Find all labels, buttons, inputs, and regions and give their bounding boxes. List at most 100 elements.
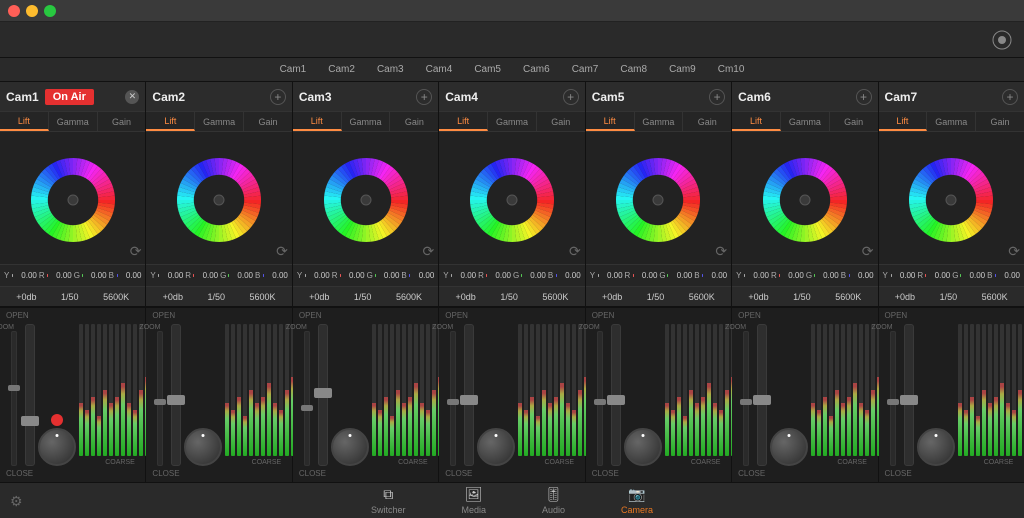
cam-tab-cam4[interactable]: Cam4 [416, 62, 463, 77]
yrgb-slider-b-cam3[interactable] [409, 274, 410, 277]
exposure-val-2-cam1[interactable]: 5600K [103, 292, 129, 302]
reset-wheel-icon-cam1[interactable]: ⟳ [130, 243, 142, 260]
cam-add-button-cam5[interactable]: + [709, 89, 725, 105]
main-fader-handle-cam3[interactable] [314, 388, 332, 398]
main-fader-track-cam3[interactable] [318, 324, 328, 466]
zoom-track-cam1[interactable] [11, 331, 17, 466]
exposure-val-0-cam7[interactable]: +0db [895, 292, 915, 302]
exposure-val-0-cam3[interactable]: +0db [309, 292, 329, 302]
yrgb-slider-g-cam4[interactable] [521, 274, 522, 277]
yrgb-slider-y-cam5[interactable] [598, 274, 599, 277]
main-fader-track-cam6[interactable] [757, 324, 767, 466]
yrgb-slider-y-cam7[interactable] [891, 274, 892, 277]
cam-add-button-cam2[interactable]: + [270, 89, 286, 105]
lcg-tab-gain-cam7[interactable]: Gain [976, 112, 1024, 131]
wheel-area-cam3[interactable]: ⟳ [293, 132, 438, 264]
iris-knob-cam1[interactable] [38, 428, 76, 466]
yrgb-slider-r-cam2[interactable] [193, 274, 194, 277]
exposure-val-2-cam4[interactable]: 5600K [542, 292, 568, 302]
cam-tab-cam3[interactable]: Cam3 [367, 62, 414, 77]
wheel-area-cam2[interactable]: ⟳ [146, 132, 291, 264]
iris-knob-cam3[interactable] [331, 428, 369, 466]
lcg-tab-lift-cam2[interactable]: Lift [146, 112, 195, 131]
reset-wheel-icon-cam7[interactable]: ⟳ [1008, 243, 1020, 260]
cam-tab-cam7[interactable]: Cam7 [562, 62, 609, 77]
zoom-handle-cam6[interactable] [740, 399, 752, 405]
main-fader-track-cam1[interactable] [25, 324, 35, 466]
cam-close-button-cam1[interactable]: ✕ [125, 90, 139, 104]
yrgb-slider-g-cam3[interactable] [375, 274, 376, 277]
cam-add-button-cam6[interactable]: + [856, 89, 872, 105]
cam-tab-cam9[interactable]: Cam9 [659, 62, 706, 77]
lcg-tab-lift-cam6[interactable]: Lift [732, 112, 781, 131]
zoom-handle-cam1[interactable] [8, 385, 20, 391]
close-window-button[interactable] [8, 5, 20, 17]
exposure-val-0-cam6[interactable]: +0db [748, 292, 768, 302]
lcg-tab-gamma-cam6[interactable]: Gamma [781, 112, 830, 131]
maximize-window-button[interactable] [44, 5, 56, 17]
nav-item-camera[interactable]: 📷Camera [613, 484, 661, 517]
lcg-tab-lift-cam7[interactable]: Lift [879, 112, 928, 131]
zoom-handle-cam4[interactable] [447, 399, 459, 405]
lcg-tab-lift-cam4[interactable]: Lift [439, 112, 488, 131]
nav-item-switcher[interactable]: ⧉Switcher [363, 484, 414, 517]
exposure-val-2-cam2[interactable]: 5600K [250, 292, 276, 302]
wheel-area-cam4[interactable]: ⟳ [439, 132, 584, 264]
wheel-area-cam6[interactable]: ⟳ [732, 132, 877, 264]
lcg-tab-gamma-cam2[interactable]: Gamma [195, 112, 244, 131]
cam-tab-cam1[interactable]: Cam1 [270, 62, 317, 77]
exposure-val-2-cam7[interactable]: 5600K [982, 292, 1008, 302]
yrgb-slider-y-cam3[interactable] [305, 274, 306, 277]
main-fader-track-cam4[interactable] [464, 324, 474, 466]
yrgb-slider-b-cam2[interactable] [263, 274, 264, 277]
cam-add-button-cam3[interactable]: + [416, 89, 432, 105]
iris-knob-cam4[interactable] [477, 428, 515, 466]
exposure-val-1-cam6[interactable]: 1/50 [793, 292, 811, 302]
zoom-track-cam4[interactable] [450, 331, 456, 466]
main-fader-handle-cam4[interactable] [460, 395, 478, 405]
lcg-tab-gamma-cam5[interactable]: Gamma [635, 112, 684, 131]
zoom-track-cam3[interactable] [304, 331, 310, 466]
yrgb-slider-r-cam3[interactable] [340, 274, 341, 277]
yrgb-slider-g-cam5[interactable] [667, 274, 668, 277]
main-fader-track-cam2[interactable] [171, 324, 181, 466]
main-fader-handle-cam1[interactable] [21, 416, 39, 426]
lcg-tab-lift-cam3[interactable]: Lift [293, 112, 342, 131]
cam-tab-cm10[interactable]: Cm10 [708, 62, 755, 77]
lcg-tab-gain-cam5[interactable]: Gain [683, 112, 731, 131]
yrgb-slider-g-cam2[interactable] [228, 274, 229, 277]
yrgb-slider-y-cam2[interactable] [158, 274, 159, 277]
exposure-val-2-cam5[interactable]: 5600K [689, 292, 715, 302]
yrgb-slider-b-cam5[interactable] [702, 274, 703, 277]
reset-wheel-icon-cam3[interactable]: ⟳ [423, 243, 435, 260]
cam-tab-cam8[interactable]: Cam8 [610, 62, 657, 77]
wheel-area-cam5[interactable]: ⟳ [586, 132, 731, 264]
zoom-handle-cam7[interactable] [887, 399, 899, 405]
exposure-val-1-cam4[interactable]: 1/50 [500, 292, 518, 302]
cam-tab-cam5[interactable]: Cam5 [464, 62, 511, 77]
nav-item-audio[interactable]: 🎚Audio [534, 484, 573, 517]
exposure-val-1-cam2[interactable]: 1/50 [207, 292, 225, 302]
wheel-area-cam1[interactable]: ⟳ [0, 132, 145, 264]
yrgb-slider-r-cam7[interactable] [925, 274, 926, 277]
nav-item-media[interactable]: 🖼Media [453, 484, 494, 517]
zoom-handle-cam5[interactable] [594, 399, 606, 405]
exposure-val-1-cam5[interactable]: 1/50 [647, 292, 665, 302]
iris-knob-cam5[interactable] [624, 428, 662, 466]
main-fader-track-cam7[interactable] [904, 324, 914, 466]
reset-wheel-icon-cam5[interactable]: ⟳ [715, 243, 727, 260]
main-fader-track-cam5[interactable] [611, 324, 621, 466]
minimize-window-button[interactable] [26, 5, 38, 17]
yrgb-slider-b-cam1[interactable] [117, 274, 118, 277]
yrgb-slider-r-cam1[interactable] [47, 274, 48, 277]
lcg-tab-gain-cam4[interactable]: Gain [537, 112, 585, 131]
zoom-track-cam7[interactable] [890, 331, 896, 466]
lcg-tab-gamma-cam3[interactable]: Gamma [342, 112, 391, 131]
zoom-handle-cam3[interactable] [301, 405, 313, 411]
exposure-val-1-cam3[interactable]: 1/50 [354, 292, 372, 302]
lcg-tab-gain-cam1[interactable]: Gain [98, 112, 146, 131]
zoom-handle-cam2[interactable] [154, 399, 166, 405]
yrgb-slider-r-cam5[interactable] [633, 274, 634, 277]
yrgb-slider-y-cam1[interactable] [12, 274, 13, 277]
yrgb-slider-y-cam4[interactable] [451, 274, 452, 277]
